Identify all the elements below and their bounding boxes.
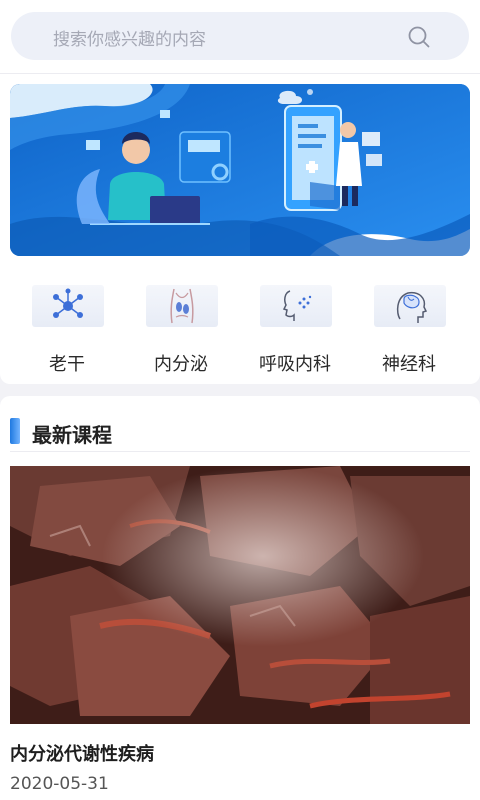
category-item-shenjing[interactable]: 神经科 <box>352 280 466 380</box>
top-card: 搜索你感兴趣的内容 老干 内分泌 呼吸内科 神经科 <box>0 0 480 384</box>
category-item-neifenmi[interactable]: 内分泌 <box>124 280 238 380</box>
search-placeholder: 搜索你感兴趣的内容 <box>53 30 206 50</box>
category-thumb <box>146 285 218 327</box>
course-cover-image <box>10 466 470 724</box>
course-title[interactable]: 内分泌代谢性疾病 <box>10 740 154 766</box>
network-node-icon <box>53 288 83 318</box>
search-input[interactable]: 搜索你感兴趣的内容 <box>11 12 469 60</box>
course-thumbnail[interactable] <box>10 466 470 724</box>
category-label: 内分泌 <box>154 354 208 375</box>
category-item-laogan[interactable]: 老干 <box>10 280 124 380</box>
category-label: 呼吸内科 <box>259 354 331 375</box>
search-icon[interactable] <box>407 25 431 49</box>
category-label: 老干 <box>49 354 85 375</box>
section-accent-bar <box>10 418 20 444</box>
promo-banner[interactable] <box>10 84 470 256</box>
course-date: 2020-05-31 <box>10 774 109 794</box>
section-header: 最新课程 <box>10 416 470 452</box>
category-grid: 老干 内分泌 呼吸内科 神经科 <box>0 280 480 380</box>
category-thumb <box>260 285 332 327</box>
brain-head-icon <box>396 291 428 323</box>
latest-courses-section: 最新课程 内分泌代谢性疾病 2020-05-31 <box>0 396 480 800</box>
category-thumb <box>374 285 446 327</box>
breathing-face-icon <box>282 290 312 321</box>
category-label: 神经科 <box>382 354 436 375</box>
category-thumb <box>32 285 104 327</box>
banner-illustration <box>10 84 470 256</box>
search-area: 搜索你感兴趣的内容 <box>0 0 480 74</box>
section-title: 最新课程 <box>32 423 112 447</box>
category-item-huxi[interactable]: 呼吸内科 <box>238 280 352 380</box>
body-anatomy-icon <box>170 288 194 324</box>
